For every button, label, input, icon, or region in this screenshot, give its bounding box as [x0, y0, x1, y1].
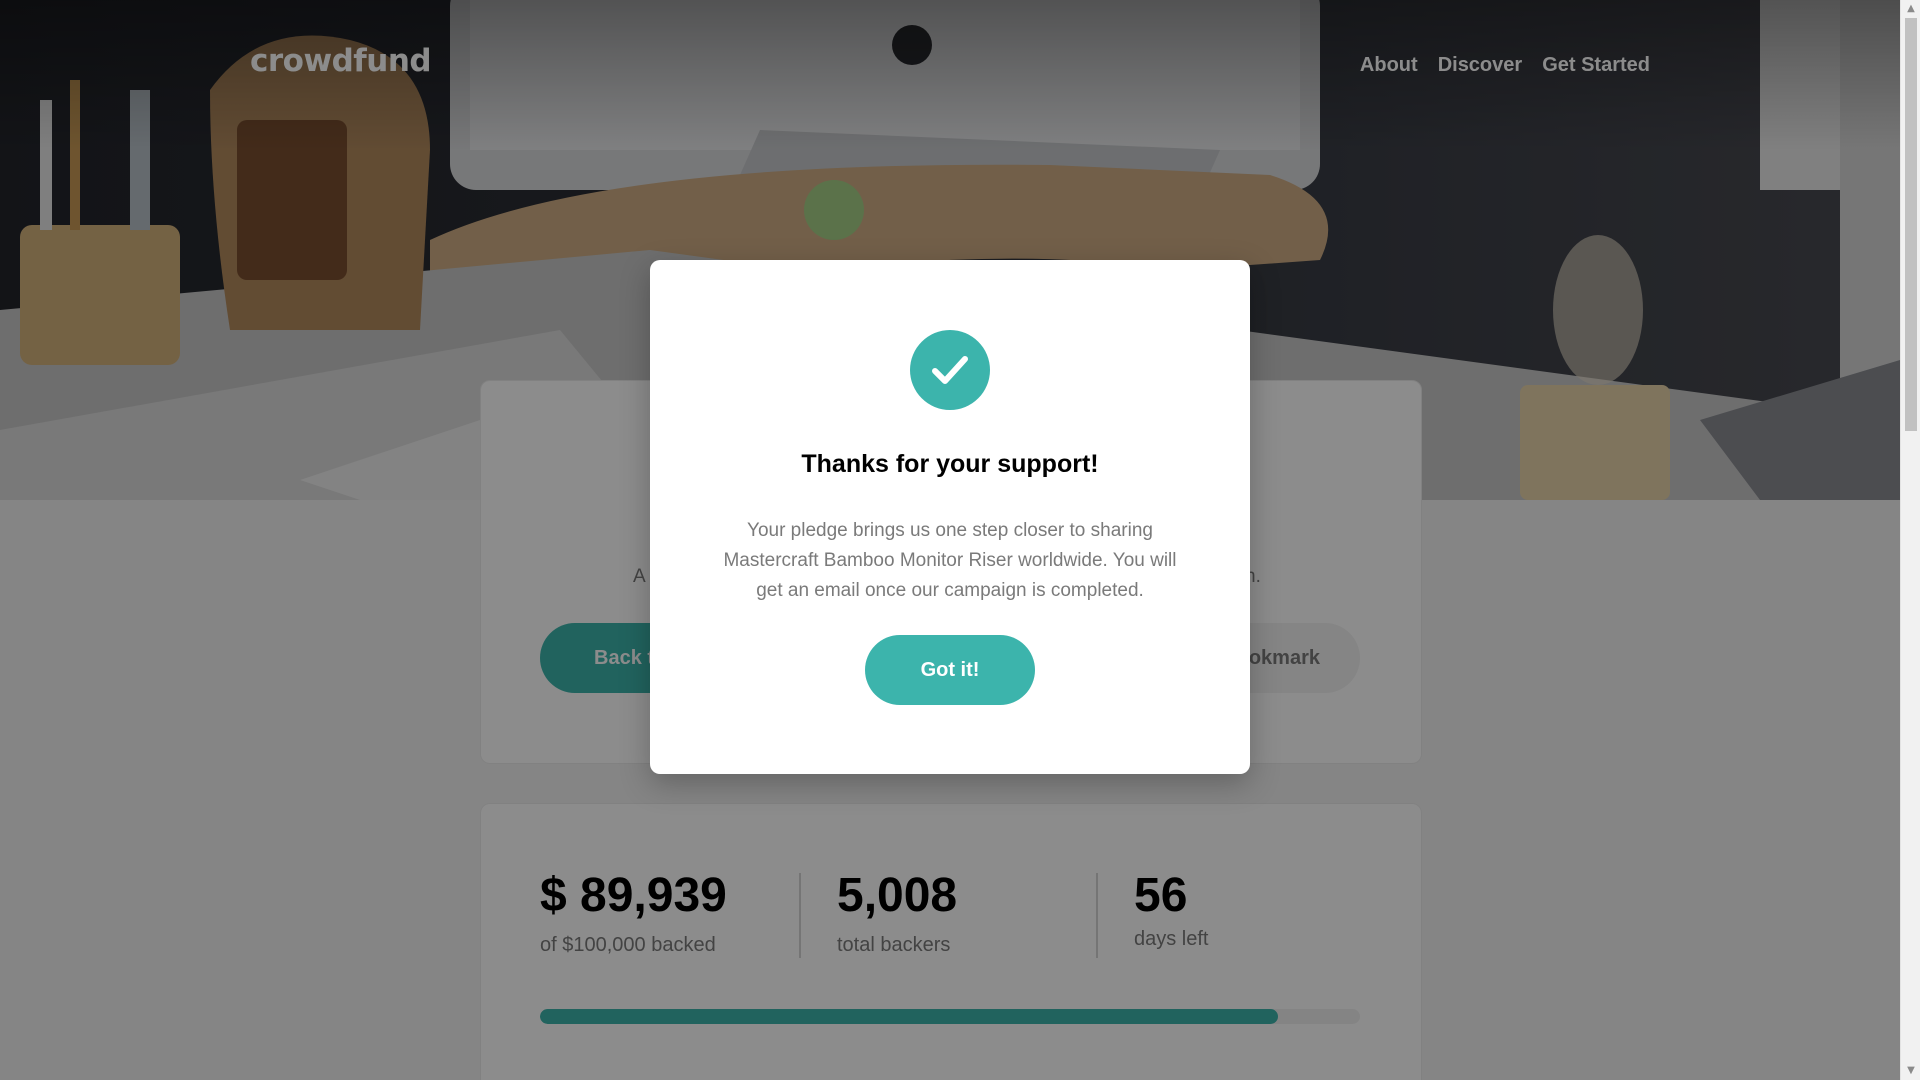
modal-title: Thanks for your support! — [801, 450, 1099, 478]
modal-text: Your pledge brings us one step closer to… — [723, 520, 1177, 601]
check-icon — [910, 330, 990, 410]
scroll-up-icon[interactable]: ▲ — [1901, 0, 1920, 18]
page-scrollbar[interactable]: ▲ ▼ — [1900, 0, 1920, 1080]
success-modal: Thanks for your support! Your pledge bri… — [650, 260, 1250, 774]
scroll-down-icon[interactable]: ▼ — [1901, 1062, 1920, 1080]
scrollbar-thumb[interactable] — [1905, 18, 1917, 431]
got-it-button[interactable]: Got it! — [865, 635, 1035, 705]
